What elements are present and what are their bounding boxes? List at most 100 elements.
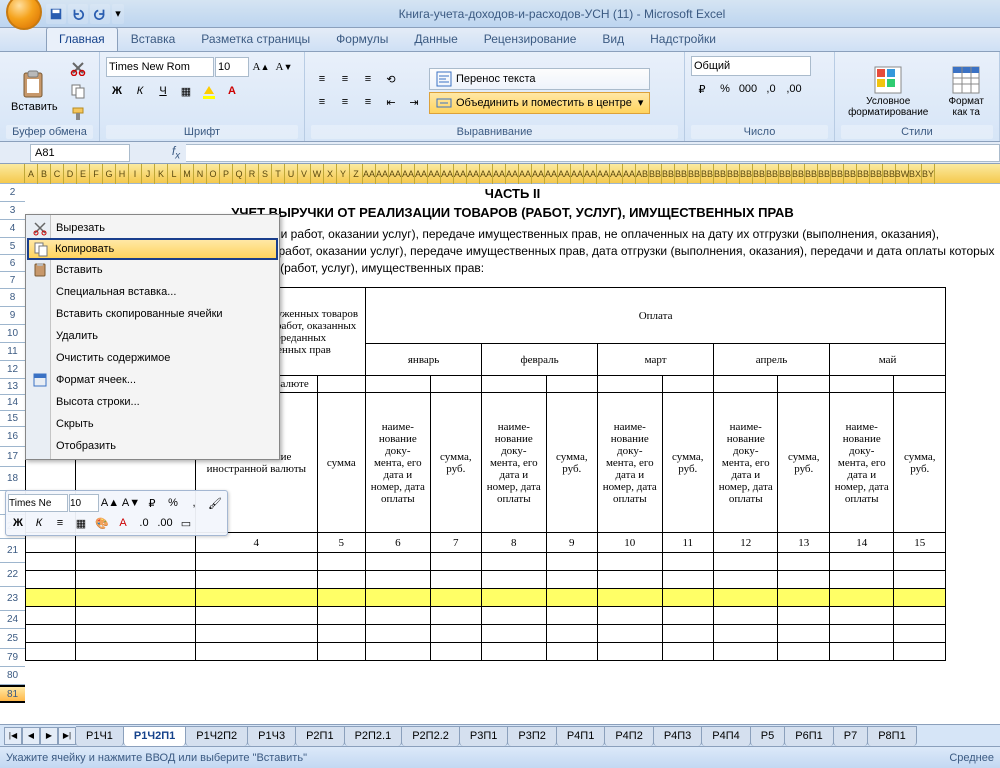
conditional-formatting-button[interactable]: Условное форматирование (841, 61, 935, 121)
column-header[interactable]: BB (688, 164, 701, 184)
column-header[interactable]: F (90, 164, 103, 184)
column-header[interactable]: BB (714, 164, 727, 184)
sheet-tab[interactable]: Р4П2 (604, 726, 653, 746)
column-header[interactable]: AA (441, 164, 454, 184)
format-painter-icon[interactable] (67, 103, 89, 125)
column-header[interactable]: BB (649, 164, 662, 184)
align-top-icon[interactable]: ≡ (311, 68, 333, 90)
row-header[interactable]: 79 (0, 649, 25, 667)
ctx-clear[interactable]: Очистить содержимое (28, 347, 277, 369)
column-header[interactable]: Z (350, 164, 363, 184)
column-header[interactable]: Y (337, 164, 350, 184)
column-header[interactable]: H (116, 164, 129, 184)
ctx-insert-copied[interactable]: Вставить скопированные ячейки (28, 303, 277, 325)
fill-color-icon[interactable] (198, 80, 220, 102)
column-header[interactable]: BB (857, 164, 870, 184)
column-header[interactable]: AA (389, 164, 402, 184)
column-header[interactable]: AA (376, 164, 389, 184)
column-header[interactable]: BB (740, 164, 753, 184)
italic-icon[interactable]: К (129, 80, 151, 102)
mini-fill-icon[interactable]: 🎨 (92, 513, 112, 533)
row-header[interactable]: 5 (0, 238, 25, 255)
paste-button[interactable]: Вставить (6, 66, 63, 116)
column-header[interactable]: AA (519, 164, 532, 184)
row-header[interactable]: 21 (0, 539, 25, 563)
column-header[interactable]: BB (792, 164, 805, 184)
ctx-unhide[interactable]: Отобразить (28, 435, 277, 457)
column-header[interactable]: AA (454, 164, 467, 184)
sheet-tab[interactable]: Р4П3 (653, 726, 702, 746)
font-name-select[interactable] (106, 57, 214, 77)
sheet-tab[interactable]: Р8П1 (867, 726, 916, 746)
column-header[interactable]: AB (636, 164, 649, 184)
mini-grow-font-icon[interactable]: A▲ (100, 493, 120, 513)
column-header[interactable]: BB (870, 164, 883, 184)
column-header[interactable]: O (207, 164, 220, 184)
column-header[interactable]: Q (233, 164, 246, 184)
column-header[interactable]: K (155, 164, 168, 184)
column-header[interactable]: AA (467, 164, 480, 184)
row-header[interactable]: 7 (0, 272, 25, 289)
align-middle-icon[interactable]: ≡ (334, 68, 356, 90)
row-header[interactable]: 22 (0, 563, 25, 587)
column-header[interactable]: AA (415, 164, 428, 184)
row-header[interactable]: 3 (0, 202, 25, 220)
ctx-format-cells[interactable]: Формат ячеек... (28, 369, 277, 391)
mini-currency-icon[interactable]: ₽ (142, 493, 162, 513)
row-header[interactable]: 25 (0, 629, 25, 649)
column-header[interactable]: AA (545, 164, 558, 184)
name-box[interactable] (30, 144, 130, 162)
tab-nav-next-icon[interactable]: ▶ (40, 727, 58, 745)
column-header[interactable]: M (181, 164, 194, 184)
column-header[interactable]: A (25, 164, 38, 184)
column-header[interactable]: BY (922, 164, 935, 184)
align-left-icon[interactable]: ≡ (311, 91, 333, 113)
column-header[interactable]: AA (363, 164, 376, 184)
save-icon[interactable] (46, 4, 66, 24)
row-header[interactable]: 9 (0, 307, 25, 325)
sheet-tab[interactable]: Р7 (833, 726, 868, 746)
column-header[interactable]: X (324, 164, 337, 184)
increase-indent-icon[interactable]: ⇥ (403, 91, 425, 113)
tab-nav-last-icon[interactable]: ▶| (58, 727, 76, 745)
font-color-icon[interactable]: A (221, 80, 243, 102)
ctx-delete[interactable]: Удалить (28, 325, 277, 347)
format-as-table-button[interactable]: Формат как та (939, 61, 993, 121)
row-headers[interactable]: 2345678910111213141516171819202122232425… (0, 184, 25, 704)
ctx-paste[interactable]: Вставить (28, 259, 277, 281)
column-header[interactable]: AA (402, 164, 415, 184)
column-header[interactable]: AA (571, 164, 584, 184)
sheet-tab[interactable]: Р3П2 (507, 726, 556, 746)
ctx-hide[interactable]: Скрыть (28, 413, 277, 435)
mini-percent-icon[interactable]: % (163, 493, 183, 513)
column-header[interactable]: U (285, 164, 298, 184)
formula-input[interactable] (186, 144, 1000, 162)
column-header[interactable]: C (51, 164, 64, 184)
align-right-icon[interactable]: ≡ (357, 91, 379, 113)
row-header[interactable]: 4 (0, 220, 25, 238)
mini-font-color-icon[interactable]: A (113, 513, 133, 533)
row-header[interactable]: 18 (0, 467, 25, 491)
tab-home[interactable]: Главная (46, 27, 118, 51)
sheet-tab[interactable]: Р2П2.2 (401, 726, 460, 746)
selected-row[interactable] (26, 589, 946, 607)
sheet-tab[interactable]: Р3П1 (459, 726, 508, 746)
decrease-decimal-icon[interactable]: ,00 (783, 78, 805, 100)
mini-italic-icon[interactable]: К (29, 513, 49, 533)
ctx-paste-special[interactable]: Специальная вставка... (28, 281, 277, 303)
column-header[interactable]: E (77, 164, 90, 184)
column-header[interactable]: R (246, 164, 259, 184)
mini-comma-icon[interactable]: , (184, 493, 204, 513)
percent-icon[interactable]: % (714, 78, 736, 100)
column-header[interactable]: BX (909, 164, 922, 184)
bold-icon[interactable]: Ж (106, 80, 128, 102)
column-header[interactable]: BW (896, 164, 909, 184)
grow-font-icon[interactable]: A▲ (250, 56, 272, 78)
sheet-tab[interactable]: Р2П1 (295, 726, 344, 746)
sheet-tab[interactable]: Р6П1 (784, 726, 833, 746)
column-headers[interactable]: ABCDEFGHIJKLMNOPQRSTUVWXYZAAAAAAAAAAAAAA… (0, 164, 1000, 184)
column-header[interactable]: N (194, 164, 207, 184)
row-header[interactable]: 2 (0, 184, 25, 202)
shrink-font-icon[interactable]: A▼ (273, 56, 295, 78)
ctx-copy[interactable]: Копировать (27, 238, 278, 260)
